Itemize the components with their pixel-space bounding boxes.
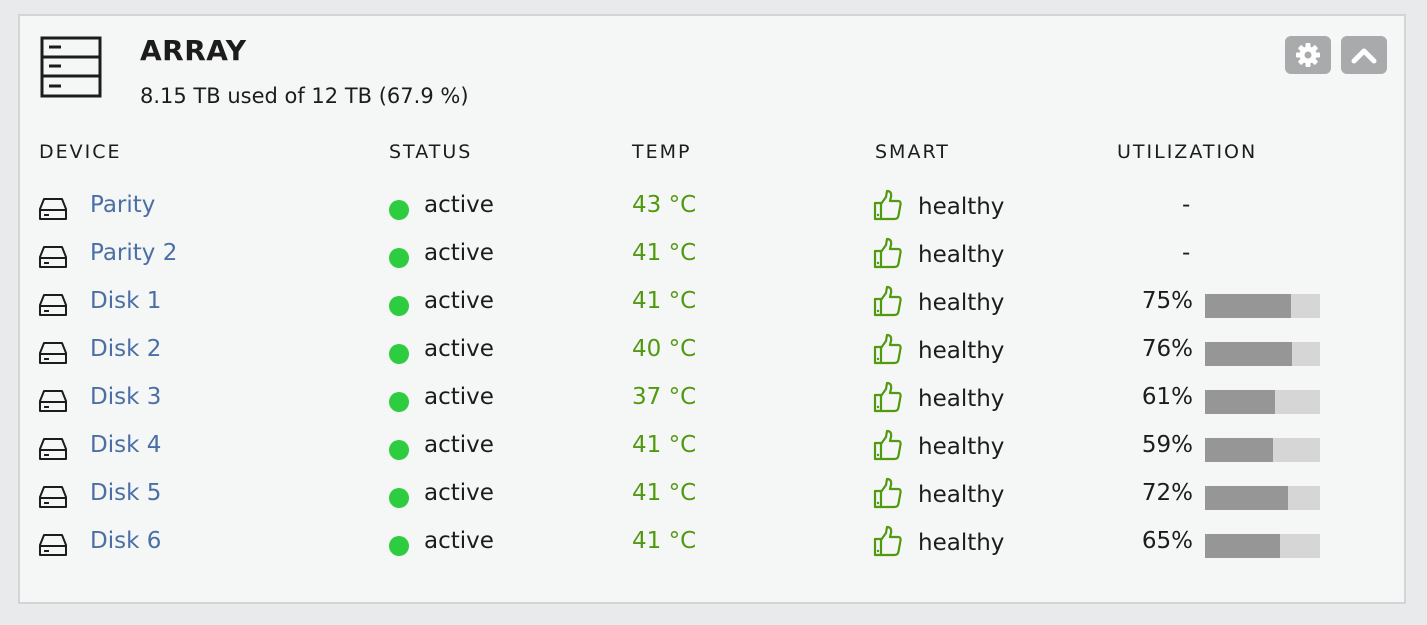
hard-drive-icon: [39, 486, 67, 508]
status-indicator-icon: [389, 344, 409, 364]
thumbs-up-icon: [873, 429, 902, 461]
server-rack-icon: [40, 36, 102, 98]
utilization-value: 76%: [1141, 336, 1193, 362]
device-status: active: [424, 480, 494, 506]
device-row: Disk 2 active 40 °C healthy 76%: [0, 333, 1427, 386]
utilization-value: 72%: [1141, 480, 1193, 506]
utilization-bar: [1205, 342, 1320, 366]
device-link[interactable]: Disk 5: [90, 480, 161, 506]
thumbs-up-icon: [873, 189, 902, 221]
collapse-button[interactable]: [1341, 36, 1387, 74]
hard-drive-icon: [39, 246, 67, 268]
column-header-smart: SMART: [875, 141, 950, 163]
status-indicator-icon: [389, 248, 409, 268]
device-status: active: [424, 336, 494, 362]
device-status: active: [424, 432, 494, 458]
gear-icon: [1296, 43, 1320, 67]
utilization-value: -: [1182, 192, 1191, 218]
column-header-utilization: UTILIZATION: [1117, 141, 1258, 163]
device-link[interactable]: Disk 2: [90, 336, 161, 362]
status-indicator-icon: [389, 200, 409, 220]
smart-status: healthy: [918, 434, 1005, 460]
settings-button[interactable]: [1285, 36, 1331, 74]
utilization-bar: [1205, 534, 1320, 558]
chevron-up-icon: [1351, 48, 1377, 64]
device-row: Parity 2 active 41 °C healthy -: [0, 237, 1427, 290]
utilization-value: 75%: [1141, 288, 1193, 314]
status-indicator-icon: [389, 392, 409, 412]
device-row: Disk 5 active 41 °C healthy 72%: [0, 477, 1427, 530]
device-temperature: 43 °C: [632, 192, 697, 218]
device-status: active: [424, 192, 494, 218]
hard-drive-icon: [39, 390, 67, 412]
smart-status: healthy: [918, 482, 1005, 508]
utilization-value: 59%: [1141, 432, 1193, 458]
array-usage-summary: 8.15 TB used of 12 TB (67.9 %): [140, 84, 469, 108]
status-indicator-icon: [389, 296, 409, 316]
hard-drive-icon: [39, 198, 67, 220]
device-status: active: [424, 288, 494, 314]
device-status: active: [424, 384, 494, 410]
device-temperature: 41 °C: [632, 240, 697, 266]
device-link[interactable]: Disk 3: [90, 384, 161, 410]
thumbs-up-icon: [873, 525, 902, 557]
utilization-bar-fill: [1205, 486, 1288, 510]
utilization-value: -: [1182, 240, 1191, 266]
utilization-bar: [1205, 294, 1320, 318]
thumbs-up-icon: [873, 333, 902, 365]
hard-drive-icon: [39, 294, 67, 316]
thumbs-up-icon: [873, 381, 902, 413]
device-link[interactable]: Parity 2: [90, 240, 177, 266]
utilization-bar-fill: [1205, 438, 1273, 462]
panel-title: ARRAY: [140, 34, 247, 67]
utilization-bar-fill: [1205, 390, 1276, 414]
device-temperature: 41 °C: [632, 432, 697, 458]
device-status: active: [424, 528, 494, 554]
utilization-bar-fill: [1205, 294, 1292, 318]
device-temperature: 41 °C: [632, 288, 697, 314]
status-indicator-icon: [389, 488, 409, 508]
utilization-bar-fill: [1205, 534, 1280, 558]
status-indicator-icon: [389, 440, 409, 460]
column-header-device: DEVICE: [39, 141, 122, 163]
hard-drive-icon: [39, 438, 67, 460]
hard-drive-icon: [39, 342, 67, 364]
utilization-value: 61%: [1141, 384, 1193, 410]
device-row: Parity active 43 °C healthy -: [0, 189, 1427, 242]
utilization-bar: [1205, 438, 1320, 462]
device-row: Disk 4 active 41 °C healthy 59%: [0, 429, 1427, 482]
device-link[interactable]: Parity: [90, 192, 155, 218]
status-indicator-icon: [389, 536, 409, 556]
hard-drive-icon: [39, 534, 67, 556]
device-temperature: 37 °C: [632, 384, 697, 410]
smart-status: healthy: [918, 386, 1005, 412]
device-status: active: [424, 240, 494, 266]
smart-status: healthy: [918, 194, 1005, 220]
device-temperature: 40 °C: [632, 336, 697, 362]
device-link[interactable]: Disk 6: [90, 528, 161, 554]
device-temperature: 41 °C: [632, 480, 697, 506]
column-header-temp: TEMP: [632, 141, 692, 163]
device-row: Disk 6 active 41 °C healthy 65%: [0, 525, 1427, 578]
device-row: Disk 3 active 37 °C healthy 61%: [0, 381, 1427, 434]
smart-status: healthy: [918, 242, 1005, 268]
thumbs-up-icon: [873, 477, 902, 509]
utilization-bar: [1205, 390, 1320, 414]
utilization-bar: [1205, 486, 1320, 510]
smart-status: healthy: [918, 530, 1005, 556]
device-link[interactable]: Disk 1: [90, 288, 161, 314]
utilization-bar-fill: [1205, 342, 1293, 366]
column-header-status: STATUS: [389, 141, 473, 163]
thumbs-up-icon: [873, 237, 902, 269]
smart-status: healthy: [918, 290, 1005, 316]
device-row: Disk 1 active 41 °C healthy 75%: [0, 285, 1427, 338]
thumbs-up-icon: [873, 285, 902, 317]
device-temperature: 41 °C: [632, 528, 697, 554]
smart-status: healthy: [918, 338, 1005, 364]
device-link[interactable]: Disk 4: [90, 432, 161, 458]
utilization-value: 65%: [1141, 528, 1193, 554]
